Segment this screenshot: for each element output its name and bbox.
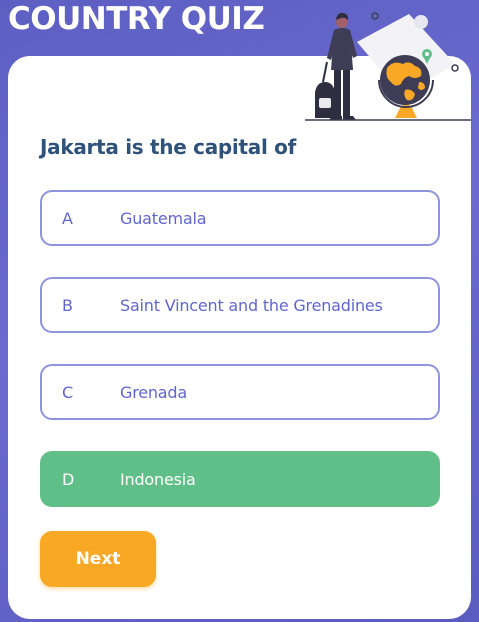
- option-letter: D: [62, 469, 75, 489]
- option-answer-text: Grenada: [120, 382, 187, 402]
- option-a[interactable]: A Guatemala: [40, 190, 440, 246]
- option-b[interactable]: B Saint Vincent and the Grenadines: [40, 277, 440, 333]
- option-c[interactable]: C Grenada: [40, 364, 440, 420]
- question-text: Jakarta is the capital of: [40, 135, 297, 159]
- next-button[interactable]: Next: [40, 531, 156, 587]
- app-title: COUNTRY QUIZ: [8, 1, 265, 37]
- option-d-correct[interactable]: D Indonesia: [40, 451, 440, 507]
- option-answer-text: Indonesia: [120, 469, 196, 489]
- option-answer-text: Guatemala: [120, 208, 207, 228]
- traveler-globe-icon: [305, 12, 471, 121]
- option-letter: C: [62, 382, 74, 402]
- option-letter: A: [62, 208, 73, 228]
- option-letter: B: [62, 295, 73, 315]
- option-answer-text: Saint Vincent and the Grenadines: [120, 295, 383, 315]
